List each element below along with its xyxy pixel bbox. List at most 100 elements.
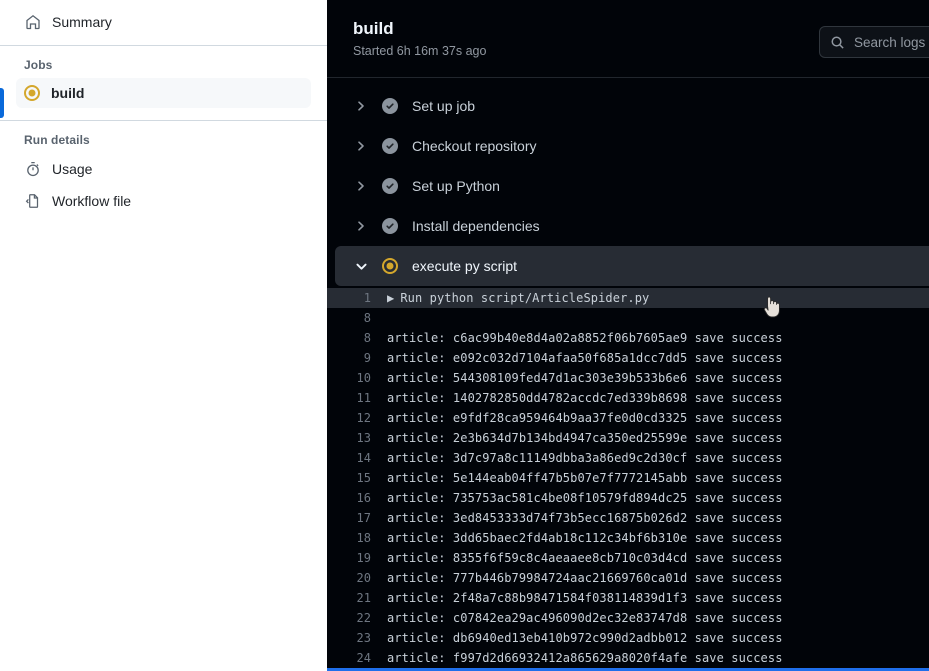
log-line-number: 16 xyxy=(356,491,371,505)
log-line-number: 1 xyxy=(363,291,371,305)
log-line-content: article: e092c032d7104afaa50f685a1dcc7dd… xyxy=(387,351,783,365)
log-line-number: 15 xyxy=(356,471,371,485)
status-success-icon xyxy=(382,178,398,194)
log-line-number: 24 xyxy=(356,651,371,665)
triangle-right-icon[interactable]: ▶ xyxy=(387,291,394,305)
log-line-content: article: 544308109fed47d1ac303e39b533b6e… xyxy=(387,371,783,385)
log-line-number: 12 xyxy=(356,411,371,425)
log-line-number: 21 xyxy=(356,591,371,605)
search-logs-input[interactable]: Search logs xyxy=(819,26,929,58)
log-line-content: article: 8355f6f59c8c4aeaaee8cb710c03d4c… xyxy=(387,551,783,565)
log-line[interactable]: 20 article: 777b446b79984724aac21669760c… xyxy=(327,568,929,588)
log-line[interactable]: 12 article: e9fdf28ca959464b9aa37fe0d0cd… xyxy=(327,408,929,428)
log-line[interactable]: 8 article: c6ac99b40e8d4a02a8852f06b7605… xyxy=(327,328,929,348)
log-line-number: 18 xyxy=(356,531,371,545)
log-line-number: 20 xyxy=(356,571,371,585)
workflow-run-page: Summary Jobs build Run details Usage Wor… xyxy=(0,0,929,671)
log-line-number: 8 xyxy=(363,311,371,325)
step-set-up-python[interactable]: Set up Python xyxy=(327,166,929,206)
log-line[interactable]: 17 article: 3ed8453333d74f73b5ecc16875b0… xyxy=(327,508,929,528)
status-success-icon xyxy=(382,138,398,154)
log-line-content: article: db6940ed13eb410b972c990d2adbb01… xyxy=(387,631,783,645)
log-line[interactable]: 14 article: 3d7c97a8c11149dbba3a86ed9c2d… xyxy=(327,448,929,468)
spinner-in-progress-icon xyxy=(24,85,40,101)
log-line-content: article: 2f48a7c88b98471584f038114839d1f… xyxy=(387,591,783,605)
log-line[interactable]: 23 article: db6940ed13eb410b972c990d2adb… xyxy=(327,628,929,648)
step-label: Set up job xyxy=(412,98,476,114)
sidebar-item-usage-label: Usage xyxy=(52,161,93,177)
job-header: build Started 6h 16m 37s ago Search logs xyxy=(327,0,929,78)
log-line[interactable]: 24 article: f997d2d66932412a865629a8020f… xyxy=(327,648,929,668)
log-line[interactable]: 15 article: 5e144eab04ff47b5b07e7f777214… xyxy=(327,468,929,488)
chevron-right-icon xyxy=(353,98,369,114)
chevron-down-icon xyxy=(353,258,369,274)
log-line[interactable]: 9 article: e092c032d7104afaa50f685a1dcc7… xyxy=(327,348,929,368)
file-code-icon xyxy=(24,193,41,210)
log-line-content: ▶ Run python script/ArticleSpider.py xyxy=(387,291,650,305)
log-line-number: 17 xyxy=(356,511,371,525)
stopwatch-icon xyxy=(24,161,41,178)
status-success-icon xyxy=(382,218,398,234)
log-line-content: article: 777b446b79984724aac21669760ca01… xyxy=(387,571,783,585)
sidebar-item-usage[interactable]: Usage xyxy=(16,153,311,185)
log-line[interactable]: 16 article: 735753ac581c4be08f10579fd894… xyxy=(327,488,929,508)
log-line-content: article: 2e3b634d7b134bd4947ca350ed25599… xyxy=(387,431,783,445)
log-line-number: 9 xyxy=(363,351,371,365)
log-line[interactable]: 22 article: c07842ea29ac496090d2ec32e837… xyxy=(327,608,929,628)
log-line-number: 8 xyxy=(363,331,371,345)
chevron-right-icon xyxy=(353,138,369,154)
sidebar-job-build[interactable]: build xyxy=(16,78,311,108)
log-line-number: 22 xyxy=(356,611,371,625)
log-line[interactable]: 21 article: 2f48a7c88b98471584f038114839… xyxy=(327,588,929,608)
log-output[interactable]: 1 ▶ Run python script/ArticleSpider.py 8 … xyxy=(327,286,929,668)
log-line[interactable]: 19 article: 8355f6f59c8c4aeaaee8cb710c03… xyxy=(327,548,929,568)
sidebar-item-summary-label: Summary xyxy=(52,14,112,30)
log-line[interactable]: 13 article: 2e3b634d7b134bd4947ca350ed25… xyxy=(327,428,929,448)
log-line-number: 11 xyxy=(356,391,371,405)
run-sidebar: Summary Jobs build Run details Usage Wor… xyxy=(0,0,327,671)
log-line[interactable]: 8 xyxy=(327,308,929,328)
step-set-up-job[interactable]: Set up job xyxy=(327,86,929,126)
sidebar-item-workflow-file-label: Workflow file xyxy=(52,193,132,209)
step-checkout-repository[interactable]: Checkout repository xyxy=(327,126,929,166)
step-label: Checkout repository xyxy=(412,138,537,154)
step-install-dependencies[interactable]: Install dependencies xyxy=(327,206,929,246)
log-line-content: article: e9fdf28ca959464b9aa37fe0d0cd332… xyxy=(387,411,783,425)
job-log-panel: build Started 6h 16m 37s ago Search logs xyxy=(327,0,929,671)
step-execute-py-script[interactable]: execute py script xyxy=(335,246,929,286)
log-line[interactable]: 1 ▶ Run python script/ArticleSpider.py xyxy=(327,288,929,308)
sidebar-item-workflow-file[interactable]: Workflow file xyxy=(16,185,311,217)
log-line[interactable]: 10 article: 544308109fed47d1ac303e39b533… xyxy=(327,368,929,388)
log-line-content: article: 3ed8453333d74f73b5ecc16875b026d… xyxy=(387,511,783,525)
sidebar-section-run-details-label: Run details xyxy=(24,133,90,147)
active-job-indicator xyxy=(0,88,4,118)
steps-list: Set up job Checkout repository Set up Py… xyxy=(327,78,929,286)
log-line-content: article: 5e144eab04ff47b5b07e7f7772145ab… xyxy=(387,471,783,485)
sidebar-job-build-label: build xyxy=(51,85,85,101)
log-line-content: article: 3dd65baec2fd4ab18c112c34bf6b310… xyxy=(387,531,783,545)
log-line-number: 23 xyxy=(356,631,371,645)
log-line[interactable]: 11 article: 1402782850dd4782accdc7ed339b… xyxy=(327,388,929,408)
search-icon xyxy=(830,35,846,50)
log-line-content: article: f997d2d66932412a865629a8020f4af… xyxy=(387,651,783,665)
log-line-number: 10 xyxy=(356,371,371,385)
status-in-progress-icon xyxy=(382,258,398,274)
sidebar-item-summary[interactable]: Summary xyxy=(16,6,311,38)
home-icon xyxy=(24,14,41,31)
sidebar-section-jobs-label: Jobs xyxy=(24,58,53,72)
sidebar-divider-1 xyxy=(0,45,327,46)
chevron-right-icon xyxy=(353,178,369,194)
log-line-number: 14 xyxy=(356,451,371,465)
log-line-content: article: 1402782850dd4782accdc7ed339b869… xyxy=(387,391,783,405)
log-line-number: 13 xyxy=(356,431,371,445)
step-label: Install dependencies xyxy=(412,218,540,234)
search-placeholder-text: Search logs xyxy=(854,34,926,50)
log-line-content: article: c07842ea29ac496090d2ec32e83747d… xyxy=(387,611,783,625)
step-label: execute py script xyxy=(412,258,518,274)
log-line[interactable]: 18 article: 3dd65baec2fd4ab18c112c34bf6b… xyxy=(327,528,929,548)
log-line-content: article: 3d7c97a8c11149dbba3a86ed9c2d30c… xyxy=(387,451,783,465)
log-line-content: article: c6ac99b40e8d4a02a8852f06b7605ae… xyxy=(387,331,783,345)
log-line-content: article: 735753ac581c4be08f10579fd894dc2… xyxy=(387,491,783,505)
chevron-right-icon xyxy=(353,218,369,234)
sidebar-divider-2 xyxy=(0,120,327,121)
